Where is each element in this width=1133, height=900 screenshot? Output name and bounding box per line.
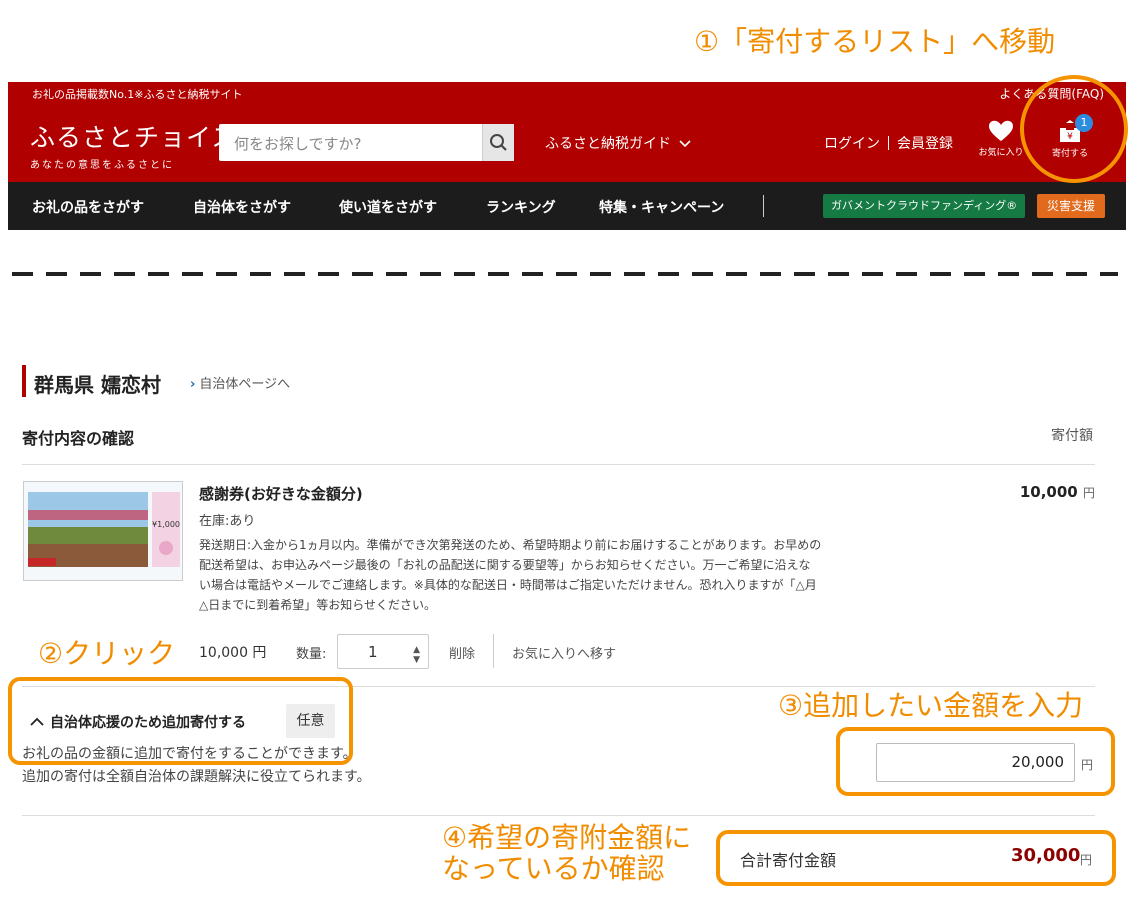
annotation-step2: ②クリック bbox=[38, 637, 176, 670]
donate-label: 寄付する bbox=[1051, 149, 1088, 159]
total-unit: 円 bbox=[1080, 853, 1093, 867]
search-box[interactable]: 何をお探しですか? bbox=[219, 124, 514, 161]
product-description: 発送期日:入金から1ヵ月以内。準備ができ次第発送のため、希望時期より前にお届けす… bbox=[199, 538, 822, 612]
register-link[interactable]: 会員登録 bbox=[897, 136, 953, 152]
action-divider bbox=[493, 634, 494, 668]
top-strip: お礼の品掲載数No.1※ふるさと納税サイト よくある質問(FAQ) bbox=[8, 82, 1126, 104]
annotation-step3: ③追加したい金額を入力 bbox=[778, 689, 1084, 722]
chevron-up-icon bbox=[30, 717, 44, 726]
divider bbox=[22, 686, 1095, 687]
thumb-value: ¥1,000 bbox=[152, 520, 180, 529]
annotation-step4-line1: ④希望の寄附金額に bbox=[442, 821, 692, 854]
additional-toggle-label: 自治体応援のため追加寄付する bbox=[50, 715, 246, 731]
quantity-label: 数量: bbox=[296, 647, 327, 662]
additional-description: お礼の品の金額に追加で寄付をすることができます。 追加の寄付は全額自治体の課題解… bbox=[22, 746, 371, 785]
divider bbox=[22, 815, 1095, 816]
heading-accent bbox=[22, 365, 26, 397]
confirm-title: 寄付内容の確認 bbox=[22, 429, 135, 448]
product-price: 10,000 円 bbox=[1019, 483, 1095, 501]
guide-menu[interactable]: ふるさと納税ガイド bbox=[545, 133, 692, 153]
favorites-button[interactable]: お気に入り bbox=[975, 120, 1027, 158]
logo-title: ふるさとチョイス bbox=[30, 123, 238, 152]
delete-link[interactable]: 削除 bbox=[449, 643, 475, 662]
product-stock: 在庫:あり bbox=[199, 514, 256, 529]
chevron-down-icon bbox=[679, 140, 692, 148]
disaster-support-button[interactable]: 災害支援 bbox=[1037, 194, 1105, 218]
logo-subtitle: あなたの意思をふるさとに bbox=[30, 160, 174, 171]
cart-count-badge: 1 bbox=[1075, 114, 1093, 132]
annotation-step1: ①「寄付するリスト」へ移動 bbox=[694, 25, 1056, 58]
move-to-favorites-link[interactable]: お気に入りへ移す bbox=[512, 643, 616, 662]
product-image[interactable]: ¥1,000 bbox=[23, 481, 183, 581]
nav-uses[interactable]: 使い道をさがす bbox=[339, 197, 437, 217]
optional-badge: 任意 bbox=[286, 704, 335, 738]
site-logo[interactable]: ふるさとチョイス あなたの意思をふるさとに bbox=[30, 118, 237, 171]
municipality-link-label: 自治体ページへ bbox=[199, 377, 291, 392]
updown-icon: ▲ ▼ bbox=[413, 645, 420, 665]
section-divider bbox=[12, 272, 1118, 276]
nav-campaigns[interactable]: 特集・キャンペーン bbox=[599, 197, 724, 217]
svg-text:¥: ¥ bbox=[1067, 132, 1073, 142]
municipality-link[interactable]: › 自治体ページへ bbox=[190, 373, 290, 392]
search-input[interactable]: 何をお探しですか? bbox=[234, 133, 362, 154]
faq-link[interactable]: よくある質問(FAQ) bbox=[999, 85, 1104, 102]
additional-amount-input[interactable]: 20,000 bbox=[876, 743, 1075, 782]
amount-header: 寄付額 bbox=[1051, 428, 1093, 444]
donate-list-button[interactable]: ¥ 1 寄付する bbox=[1045, 114, 1095, 159]
quantity-select[interactable]: 1 ▲ ▼ bbox=[337, 634, 429, 669]
tagline: お礼の品掲載数No.1※ふるさと納税サイト bbox=[32, 88, 243, 101]
nav-ranking[interactable]: ランキング bbox=[486, 197, 556, 217]
search-icon bbox=[490, 134, 507, 151]
heart-icon bbox=[989, 120, 1013, 141]
quantity-value: 1 bbox=[368, 643, 378, 661]
favorites-label: お気に入り bbox=[978, 148, 1024, 158]
gov-crowdfunding-button[interactable]: ガバメントクラウドファンディング® bbox=[823, 194, 1026, 218]
additional-donation-toggle[interactable]: 自治体応援のため追加寄付する bbox=[30, 712, 246, 732]
annotation-step4-line2: なっているか確認 bbox=[442, 852, 665, 885]
login-link[interactable]: ログイン bbox=[824, 136, 880, 152]
divider bbox=[22, 464, 1095, 465]
line-price: 10,000 円 bbox=[199, 645, 267, 661]
account-links: ログイン 会員登録 bbox=[824, 133, 953, 153]
product-name[interactable]: 感謝券(お好きな金額分) bbox=[199, 483, 363, 504]
nav-municipalities[interactable]: 自治体をさがす bbox=[193, 197, 291, 217]
nav-divider bbox=[763, 195, 764, 217]
search-button[interactable] bbox=[482, 124, 514, 161]
total-value: 30,000 bbox=[1011, 845, 1081, 866]
total-label: 合計寄付金額 bbox=[740, 851, 837, 870]
global-nav: お礼の品をさがす 自治体をさがす 使い道をさがす ランキング 特集・キャンペーン… bbox=[8, 182, 1126, 230]
main-header: ふるさとチョイス あなたの意思をふるさとに 何をお探しですか? ふるさと納税ガイ… bbox=[8, 104, 1126, 182]
nav-gifts[interactable]: お礼の品をさがす bbox=[32, 197, 144, 217]
guide-label: ふるさと納税ガイド bbox=[545, 136, 671, 152]
municipality-name: 群馬県 嬬恋村 bbox=[34, 373, 161, 397]
amount-unit: 円 bbox=[1081, 758, 1094, 772]
